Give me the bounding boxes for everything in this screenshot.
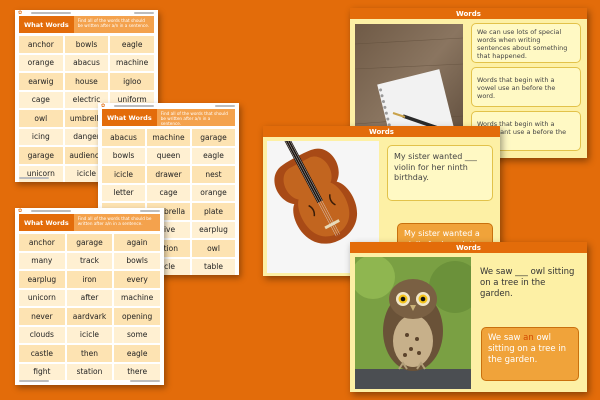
word-cell: nest xyxy=(192,166,235,183)
owl-answer-highlight: an xyxy=(523,333,534,343)
flower-icon: ✿ xyxy=(18,208,23,214)
word-cell: icicle xyxy=(102,166,145,183)
word-cell: cage xyxy=(19,91,63,108)
word-cell: there xyxy=(114,363,160,380)
word-cell: drawer xyxy=(147,166,190,183)
word-cell: garage xyxy=(192,129,235,146)
word-cell: every xyxy=(114,271,160,288)
slide-owl-body: We saw ___ owl sitting on a tree in the … xyxy=(350,253,587,392)
worksheet-2-title: What Words xyxy=(102,109,157,126)
word-cell: bowls xyxy=(64,36,109,53)
word-cell: never xyxy=(19,308,65,325)
word-cell: anchor xyxy=(19,36,63,53)
slide-intro-title: Words xyxy=(350,8,587,19)
word-cell: cage xyxy=(147,184,190,201)
word-cell: earplug xyxy=(192,221,235,238)
word-cell: earwig xyxy=(19,73,63,90)
word-cell: after xyxy=(66,289,113,306)
word-cell: iron xyxy=(66,271,113,288)
word-cell: bowls xyxy=(102,147,145,164)
word-cell: machine xyxy=(110,54,154,71)
worksheet-2-instructions: Find all of the words that should be wri… xyxy=(156,109,235,126)
flower-icon: ✿ xyxy=(18,10,23,16)
word-cell: icicle xyxy=(66,326,113,343)
word-cell: machine xyxy=(114,289,160,306)
worksheet-3: ✿ What Words Find all of the words that … xyxy=(15,208,164,385)
word-cell: station xyxy=(66,363,113,380)
word-cell: table xyxy=(192,258,235,275)
flower-icon: ✿ xyxy=(101,103,106,109)
word-cell: many xyxy=(19,252,65,269)
word-cell: track xyxy=(66,252,113,269)
word-cell: orange xyxy=(192,184,235,201)
word-cell: earplug xyxy=(19,271,65,288)
owl-question-text: We saw ___ owl sitting on a tree in the … xyxy=(480,267,575,299)
word-cell: eagle xyxy=(114,345,160,362)
word-cell: abacus xyxy=(64,54,109,71)
word-cell: some xyxy=(114,326,160,343)
slide-owl-title: Words xyxy=(350,242,587,253)
word-cell: clouds xyxy=(19,326,65,343)
violin-question-box: My sister wanted ___ violin for her nint… xyxy=(387,145,493,201)
word-cell: owl xyxy=(19,110,63,127)
word-cell: aardvark xyxy=(66,308,113,325)
word-cell: eagle xyxy=(192,147,235,164)
violin-answer-start: My sister wanted a xyxy=(404,229,480,238)
worksheet-2-header: What Words Find all of the words that sh… xyxy=(102,109,235,126)
intro-text-box-1: We can use lots of special words when wr… xyxy=(471,23,581,63)
word-cell: then xyxy=(66,345,113,362)
word-cell: letter xyxy=(102,184,145,201)
word-cell: queen xyxy=(147,147,190,164)
slide-owl: Words We saw ___ owl sitting on a tree i… xyxy=(350,242,587,392)
worksheet-3-header: What Words Find all of the words that sh… xyxy=(19,214,160,231)
slide-violin-title: Words xyxy=(263,126,500,137)
owl-answer-box: We saw an owl sitting on a tree in the g… xyxy=(481,327,579,381)
worksheet-3-title: What Words xyxy=(19,214,74,231)
word-cell: plate xyxy=(192,203,235,220)
word-cell: fight xyxy=(19,363,65,380)
word-cell: anchor xyxy=(19,234,65,251)
worksheet-3-grid: anchor garage again many track bowls ear… xyxy=(19,234,160,380)
word-cell: garage xyxy=(19,147,63,164)
word-cell: house xyxy=(64,73,109,90)
worksheet-3-instructions: Find all of the words that should be wri… xyxy=(73,214,160,231)
word-cell: machine xyxy=(147,129,190,146)
worksheet-1-header: What Words Find all of the words that sh… xyxy=(19,16,154,33)
owl-answer-start: We saw xyxy=(488,333,524,343)
word-cell: eagle xyxy=(110,36,154,53)
word-cell: owl xyxy=(192,240,235,257)
word-cell: unicorn xyxy=(19,165,63,182)
worksheet-3-footer xyxy=(19,380,160,382)
word-cell: garage xyxy=(66,234,113,251)
word-cell: igloo xyxy=(110,73,154,90)
worksheet-1-instructions: Find all of the words that should be wri… xyxy=(73,16,154,33)
word-cell: bowls xyxy=(114,252,160,269)
intro-text-box-2: Words that begin with a vowel use an bef… xyxy=(471,67,581,107)
worksheet-1-title: What Words xyxy=(19,16,74,33)
word-cell: again xyxy=(114,234,160,251)
word-cell: opening xyxy=(114,308,160,325)
word-cell: castle xyxy=(19,345,65,362)
word-cell: orange xyxy=(19,54,63,71)
word-cell: icing xyxy=(19,128,63,145)
owl-photo xyxy=(355,257,471,389)
word-cell: abacus xyxy=(102,129,145,146)
word-cell: unicorn xyxy=(19,289,65,306)
